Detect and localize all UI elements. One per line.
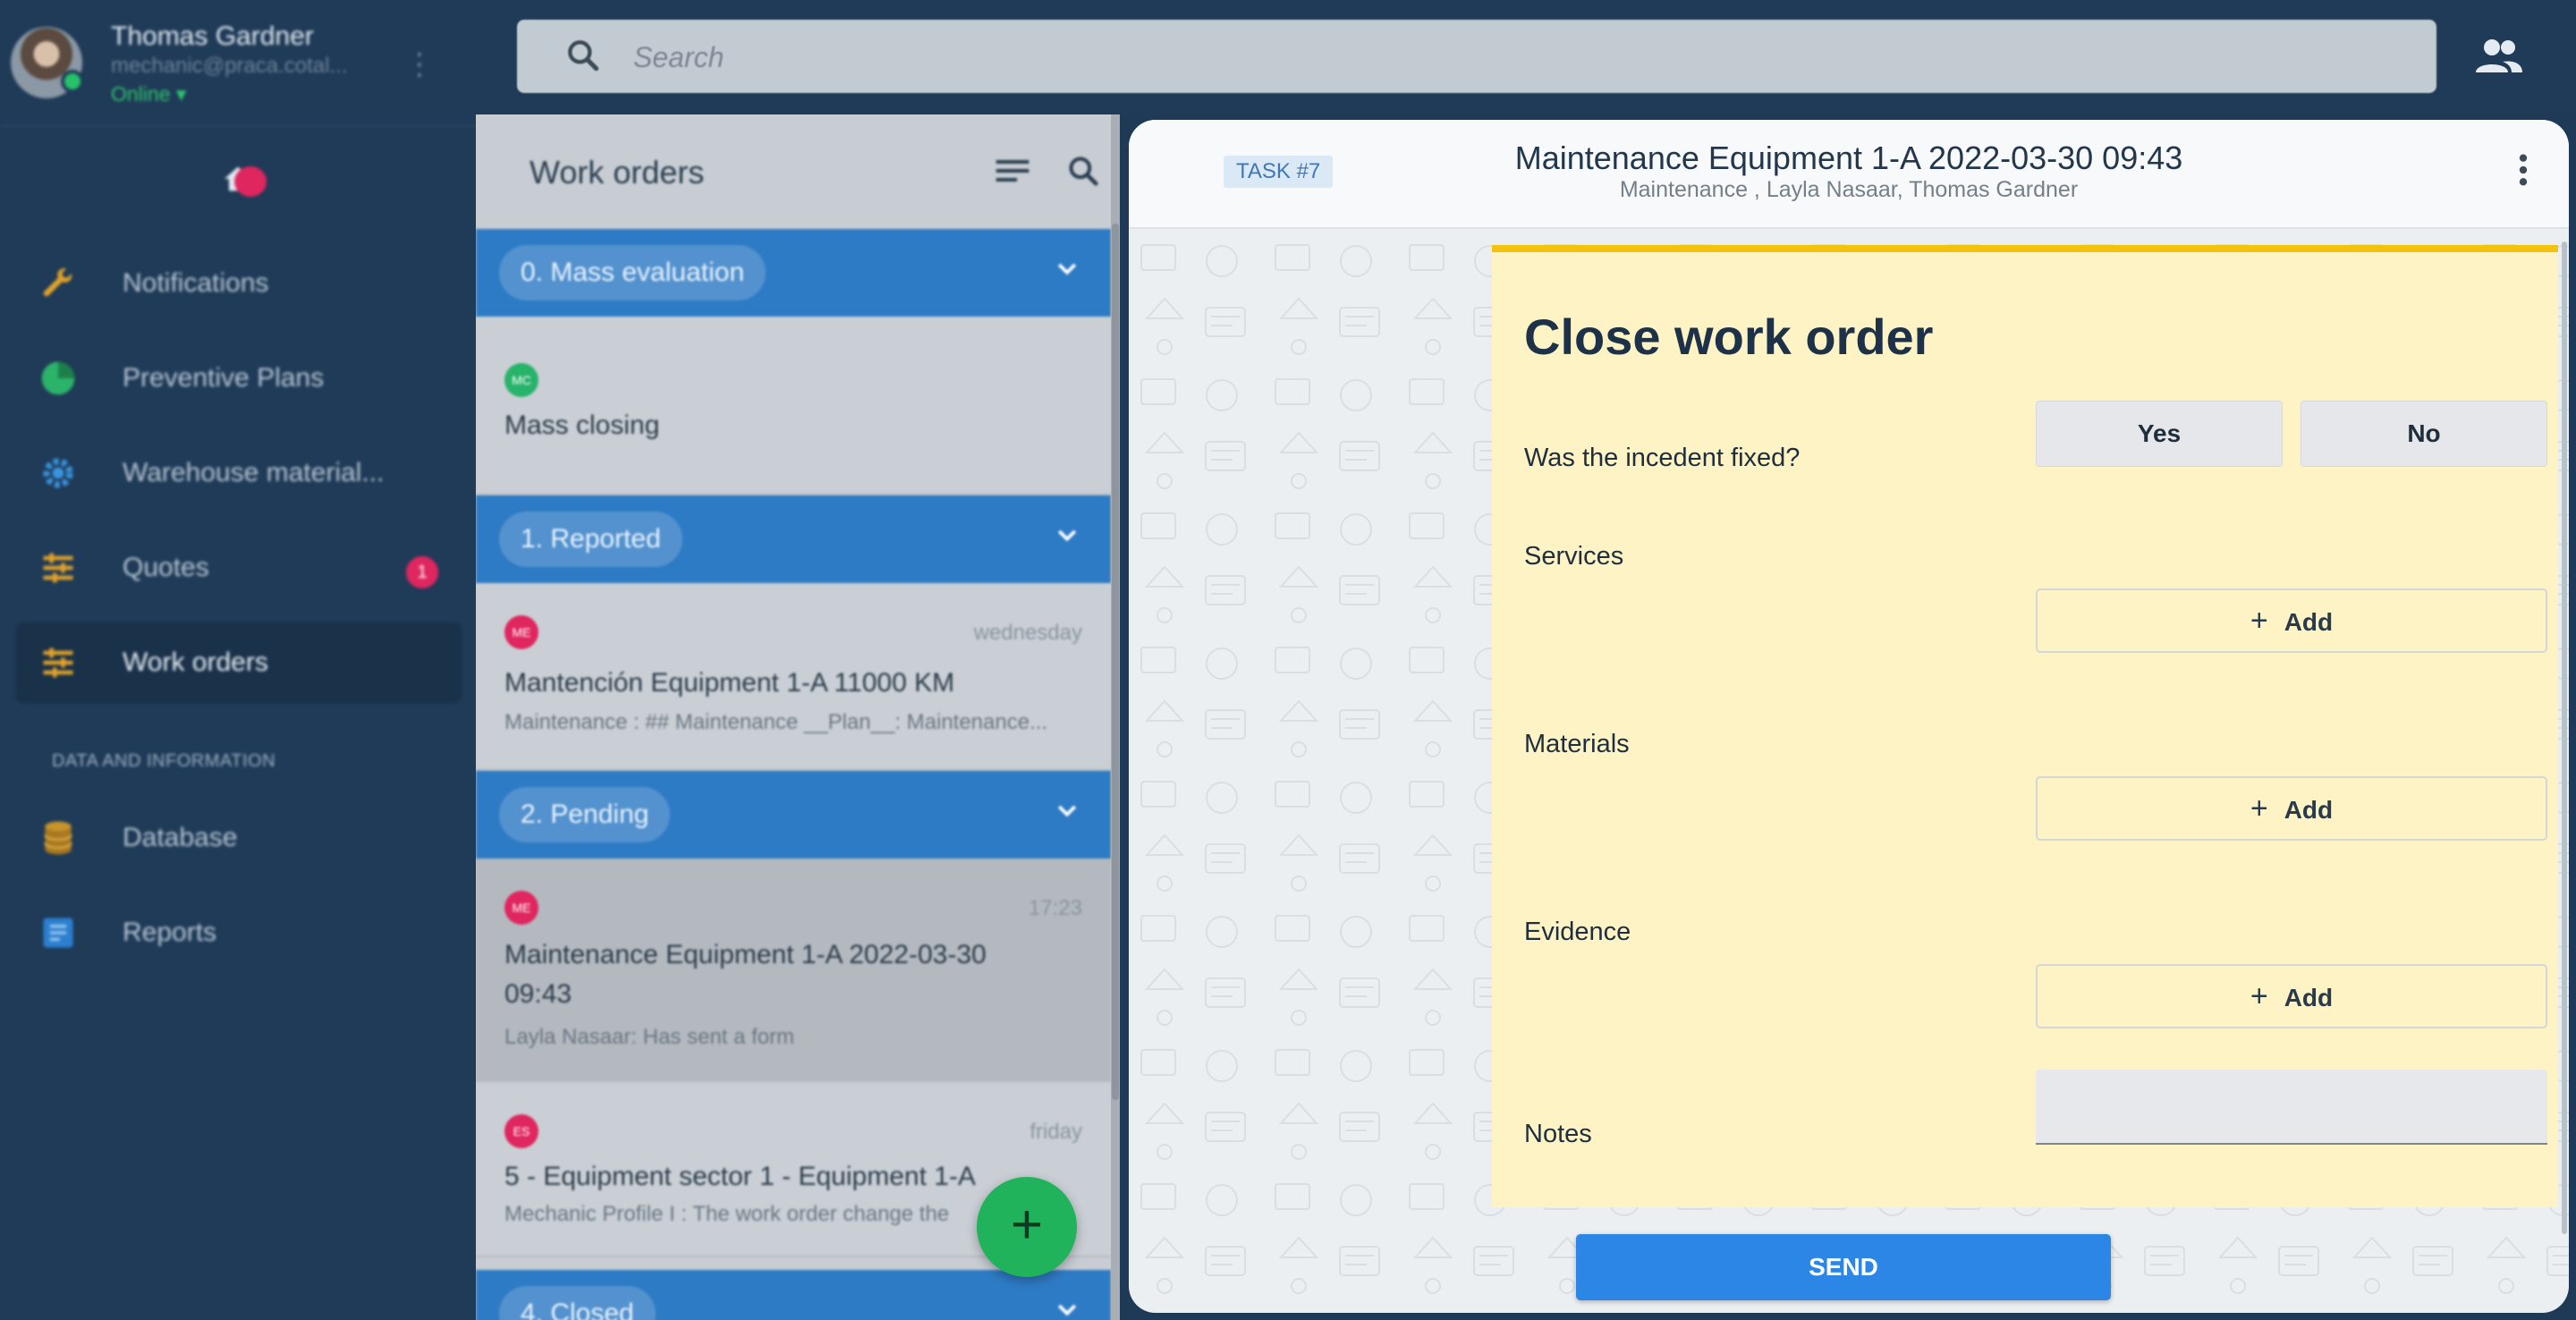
search-icon <box>568 40 599 72</box>
yes-button[interactable]: Yes <box>2036 401 2283 467</box>
add-label: Add <box>2284 608 2334 636</box>
chevron-down-icon <box>1057 805 1077 817</box>
sidebar-item-warehouse[interactable]: Warehouse material... <box>16 433 462 513</box>
add-service-button[interactable]: + Add <box>2036 588 2547 653</box>
sidebar-item-label: Preventive Plans <box>123 363 325 393</box>
sidebar-item-label: Warehouse material... <box>123 458 385 487</box>
search-input[interactable]: Search <box>517 20 2436 93</box>
work-orders-title: Work orders <box>530 154 705 190</box>
list-item-subtitle: Maintenance : ## Maintenance __Plan__: M… <box>504 710 1048 734</box>
profile-email: mechanic@praca.cotal... <box>111 54 348 78</box>
profile-name: Thomas Gardner <box>111 21 314 51</box>
home-notification-badge <box>234 166 267 197</box>
materials-label: Materials <box>1524 730 1630 758</box>
sidebar-item-label: Reports <box>123 918 217 947</box>
status-dropdown[interactable]: Online ▾ <box>111 82 186 106</box>
gear-icon <box>38 453 79 494</box>
sidebar-item-reports[interactable]: Reports <box>16 893 462 973</box>
database-icon <box>38 817 79 859</box>
wrench-icon <box>38 263 79 304</box>
online-indicator <box>61 70 84 93</box>
sidebar: Thomas Gardner mechanic@praca.cotal... O… <box>0 0 476 1320</box>
sidebar-item-label: Work orders <box>123 647 268 677</box>
avatar: ES <box>504 1114 538 1148</box>
sliders-icon <box>38 642 79 683</box>
work-orders-header: Work orders <box>476 114 1111 229</box>
chevron-down-icon <box>1057 1304 1077 1316</box>
group-label: 2. Pending <box>499 787 671 842</box>
list-scrollbar-thumb[interactable] <box>1112 224 1119 1100</box>
sidebar-item-work-orders[interactable]: Work orders <box>16 622 462 703</box>
search-placeholder: Search <box>633 41 724 73</box>
form-title: Close work order <box>1524 309 1934 365</box>
report-icon <box>38 912 79 953</box>
group-label: 1. Reported <box>499 512 682 567</box>
group-label: 0. Mass evaluation <box>499 245 767 300</box>
sidebar-item-database[interactable]: Database <box>16 798 462 878</box>
task-subtitle: Maintenance , Layla Nasaar, Thomas Gardn… <box>1619 177 2079 202</box>
close-work-order-form: Close work order Was the incedent fixed?… <box>1492 245 2558 1207</box>
plus-icon: + <box>2250 604 2268 638</box>
list-item-title: 5 - Equipment sector 1 - Equipment 1-A <box>504 1162 976 1191</box>
question-label: Was the incedent fixed? <box>1524 444 1801 472</box>
avatar: ME <box>504 891 538 925</box>
search-icon[interactable] <box>1066 154 1100 188</box>
services-label: Services <box>1524 542 1624 571</box>
plus-icon: + <box>2250 791 2268 825</box>
avatar: ME <box>504 615 538 649</box>
work-orders-panel: Work orders 0. Mass evaluation MC Mass c… <box>476 114 1111 1320</box>
group-header[interactable]: 0. Mass evaluation <box>476 229 1111 317</box>
notes-field[interactable] <box>2036 1070 2547 1145</box>
home-row <box>0 157 476 204</box>
list-filter-icon[interactable] <box>995 157 1030 184</box>
chevron-down-icon <box>1057 529 1077 542</box>
list-item-title: Maintenance Equipment 1-A 2022-03-30 09:… <box>504 940 987 1009</box>
sidebar-item-label: Notifications <box>123 268 269 298</box>
task-title: Maintenance Equipment 1-A 2022-03-30 09:… <box>1514 140 2183 176</box>
send-button[interactable]: SEND <box>1576 1234 2111 1300</box>
list-item-title: Mantención Equipment 1-A 11000 KM <box>504 668 955 698</box>
add-label: Add <box>2284 984 2334 1011</box>
chevron-down-icon <box>1057 263 1077 275</box>
evidence-label: Evidence <box>1524 918 1631 946</box>
task-header: TASK #7 Maintenance Equipment 1-A 2022-0… <box>1129 120 2569 229</box>
top-bar: Search <box>476 0 2576 114</box>
quotes-count-badge: 1 <box>406 556 438 588</box>
group-header[interactable]: 2. Pending <box>476 771 1111 859</box>
sidebar-item-quotes[interactable]: Quotes 1 <box>16 528 462 608</box>
avatar[interactable] <box>11 27 84 98</box>
list-item-time: wednesday <box>973 621 1082 645</box>
add-evidence-button[interactable]: + Add <box>2036 964 2547 1028</box>
list-item[interactable]: MC Mass closing <box>476 317 1111 495</box>
list-item-title: Mass closing <box>504 410 660 440</box>
sidebar-item-notifications[interactable]: Notifications <box>16 243 462 324</box>
list-item-selected[interactable]: ME 17:23 Maintenance Equipment 1-A 2022-… <box>476 859 1111 1082</box>
no-button[interactable]: No <box>2301 401 2547 467</box>
task-panel: TASK #7 Maintenance Equipment 1-A 2022-0… <box>1129 120 2569 1313</box>
more-vertical-icon[interactable]: ⋮ <box>404 47 435 82</box>
list-item-time: friday <box>1030 1120 1082 1144</box>
list-item-time: 17:23 <box>1028 896 1082 920</box>
chart-pie-icon <box>38 358 79 399</box>
sidebar-item-preventive-plans[interactable]: Preventive Plans <box>16 338 462 419</box>
add-material-button[interactable]: + Add <box>2036 776 2547 841</box>
sidebar-item-label: Database <box>123 823 238 852</box>
task-scrollbar[interactable] <box>2562 241 2567 1234</box>
sidebar-item-label: Quotes <box>123 553 209 582</box>
profile-header: Thomas Gardner mechanic@praca.cotal... O… <box>0 0 476 127</box>
plus-icon: + <box>2250 979 2268 1013</box>
list-item-subtitle: Layla Nasaar: Has sent a form <box>504 1025 795 1049</box>
people-icon[interactable] <box>2474 34 2524 79</box>
section-header-data: DATA AND INFORMATION <box>52 751 276 771</box>
group-header[interactable]: 4. Closed <box>476 1270 1111 1320</box>
add-label: Add <box>2284 796 2334 824</box>
avatar: MC <box>504 363 538 397</box>
notes-label: Notes <box>1524 1120 1592 1148</box>
list-item[interactable]: ME wednesday Mantención Equipment 1-A 11… <box>476 583 1111 771</box>
add-work-order-button[interactable]: + <box>977 1177 1077 1277</box>
sliders-icon <box>38 547 79 588</box>
group-label: 4. Closed <box>499 1286 656 1320</box>
group-header[interactable]: 1. Reported <box>476 495 1111 583</box>
more-vertical-icon[interactable] <box>2519 152 2528 188</box>
